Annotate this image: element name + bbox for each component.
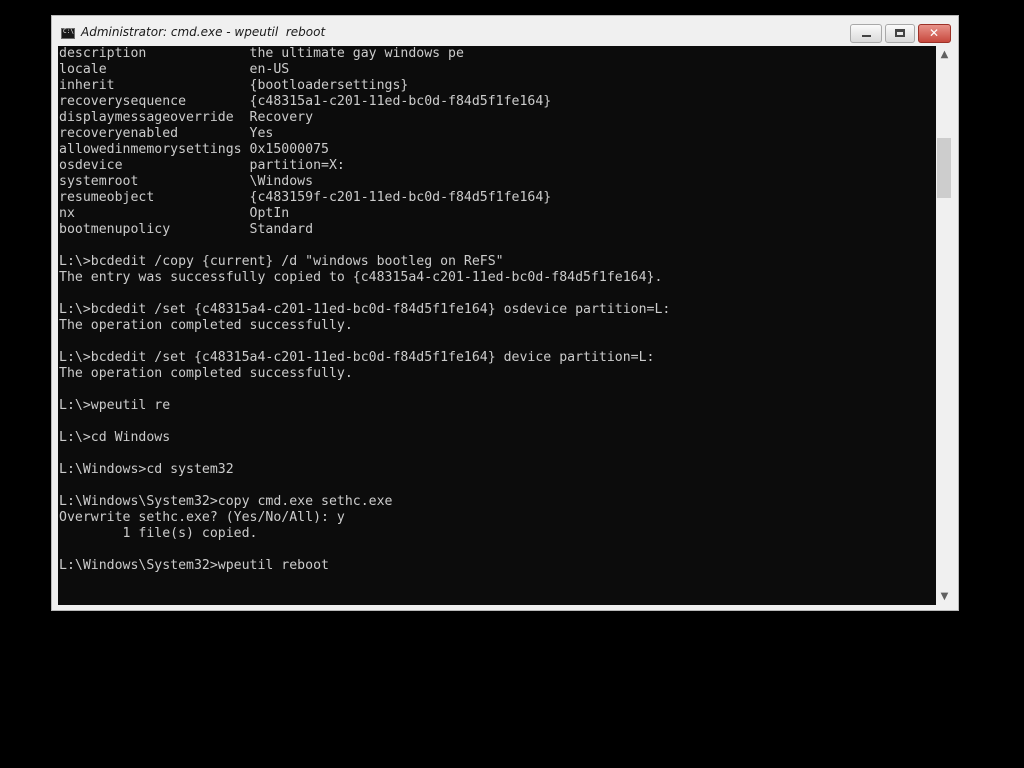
scroll-up-arrow-icon[interactable]: ▲: [936, 46, 953, 63]
console-line: nx OptIn: [59, 206, 290, 221]
console-line: L:\>bcdedit /copy {current} /d "windows …: [59, 254, 504, 269]
console-line: L:\>bcdedit /set {c48315a4-c201-11ed-bc0…: [59, 350, 655, 365]
console-line: L:\>wpeutil re: [59, 398, 171, 413]
console-line: resumeobject {c483159f-c201-11ed-bc0d-f8…: [59, 190, 552, 205]
vertical-scrollbar[interactable]: ▲ ▼: [936, 46, 953, 605]
console-line: L:\>bcdedit /set {c48315a4-c201-11ed-bc0…: [59, 302, 671, 317]
console-line: description the ultimate gay windows pe: [59, 46, 464, 61]
cmd-window: Administrator: cmd.exe - wpeutil reboot …: [51, 15, 959, 611]
console-line: inherit {bootloadersettings}: [59, 78, 409, 93]
console-line: L:\Windows>cd system32: [59, 462, 234, 477]
cmd-icon[interactable]: [61, 28, 75, 39]
maximize-button[interactable]: [885, 24, 915, 43]
console-line: displaymessageoverride Recovery: [59, 110, 314, 125]
console-line: The entry was successfully copied to {c4…: [59, 270, 663, 285]
console-text: description the ultimate gay windows pe …: [59, 46, 670, 574]
scroll-thumb[interactable]: [937, 138, 951, 198]
console-line: osdevice partition=X:: [59, 158, 345, 173]
console-line: 1 file(s) copied.: [59, 526, 258, 541]
console-line: L:\Windows\System32>copy cmd.exe sethc.e…: [59, 494, 393, 509]
console-line: Overwrite sethc.exe? (Yes/No/All): y: [59, 510, 345, 525]
console-line: systemroot \Windows: [59, 174, 314, 189]
console-output[interactable]: description the ultimate gay windows pe …: [58, 46, 936, 605]
console-line: The operation completed successfully.: [59, 366, 353, 381]
console-line: L:\>cd Windows: [59, 430, 171, 445]
console-line: L:\Windows\System32>wpeutil reboot: [59, 558, 329, 573]
console-line: The operation completed successfully.: [59, 318, 353, 333]
console-line: locale en-US: [59, 62, 290, 77]
scroll-down-arrow-icon[interactable]: ▼: [936, 588, 953, 605]
console-line: allowedinmemorysettings 0x15000075: [59, 142, 329, 157]
minimize-button[interactable]: [850, 24, 882, 43]
window-title: Administrator: cmd.exe - wpeutil reboot: [81, 25, 326, 39]
title-bar[interactable]: Administrator: cmd.exe - wpeutil reboot: [52, 16, 958, 46]
console-line: recoverysequence {c48315a1-c201-11ed-bc0…: [59, 94, 552, 109]
close-button[interactable]: [918, 24, 951, 43]
console-line: bootmenupolicy Standard: [59, 222, 314, 237]
console-line: recoveryenabled Yes: [59, 126, 274, 141]
